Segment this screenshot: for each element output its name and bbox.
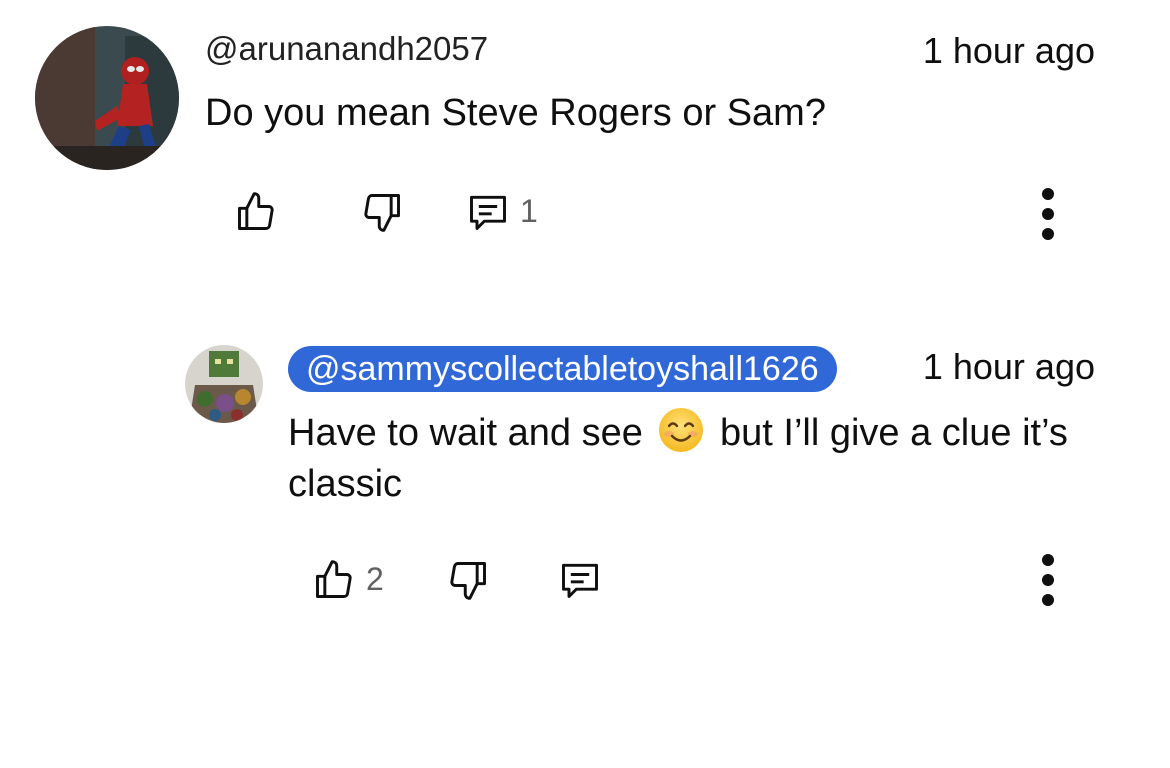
reply-author[interactable]: @sammyscollectabletoyshall1626	[288, 346, 837, 392]
smiling-face-emoji-icon	[657, 406, 705, 454]
thumbs-down-icon	[364, 194, 400, 232]
reply-comment-icon	[562, 563, 598, 598]
more-vertical-icon	[1042, 188, 1054, 240]
like-button[interactable]	[310, 556, 358, 604]
more-options-button[interactable]	[1024, 182, 1072, 246]
reply-timestamp: 1 hour ago	[922, 346, 1095, 387]
collectible-figure-avatar-icon	[185, 345, 263, 423]
reply-button[interactable]	[464, 188, 512, 236]
comment-author[interactable]: @arunanandh2057	[205, 30, 488, 68]
reply-comment-icon	[470, 195, 506, 230]
reply-avatar[interactable]	[185, 345, 263, 423]
thumbs-up-icon	[316, 560, 352, 598]
reply-button[interactable]	[556, 556, 604, 604]
dislike-button[interactable]	[444, 556, 492, 604]
more-vertical-icon	[1042, 554, 1054, 606]
reply-count: 1	[520, 193, 538, 229]
more-options-button[interactable]	[1024, 548, 1072, 612]
thumbs-up-icon	[238, 192, 274, 230]
like-count: 2	[366, 561, 384, 597]
thumbs-down-icon	[450, 562, 486, 600]
reply-text: Have to wait and see but I’ll give a clu…	[288, 406, 1108, 510]
spider-man-avatar-icon	[35, 26, 179, 170]
avatar[interactable]	[35, 26, 179, 170]
like-button[interactable]	[232, 188, 280, 236]
dislike-button[interactable]	[358, 188, 406, 236]
comment-timestamp: 1 hour ago	[922, 30, 1095, 71]
comment-text: Do you mean Steve Rogers or Sam?	[205, 92, 826, 134]
reply-text-part1: Have to wait and see	[288, 412, 643, 454]
